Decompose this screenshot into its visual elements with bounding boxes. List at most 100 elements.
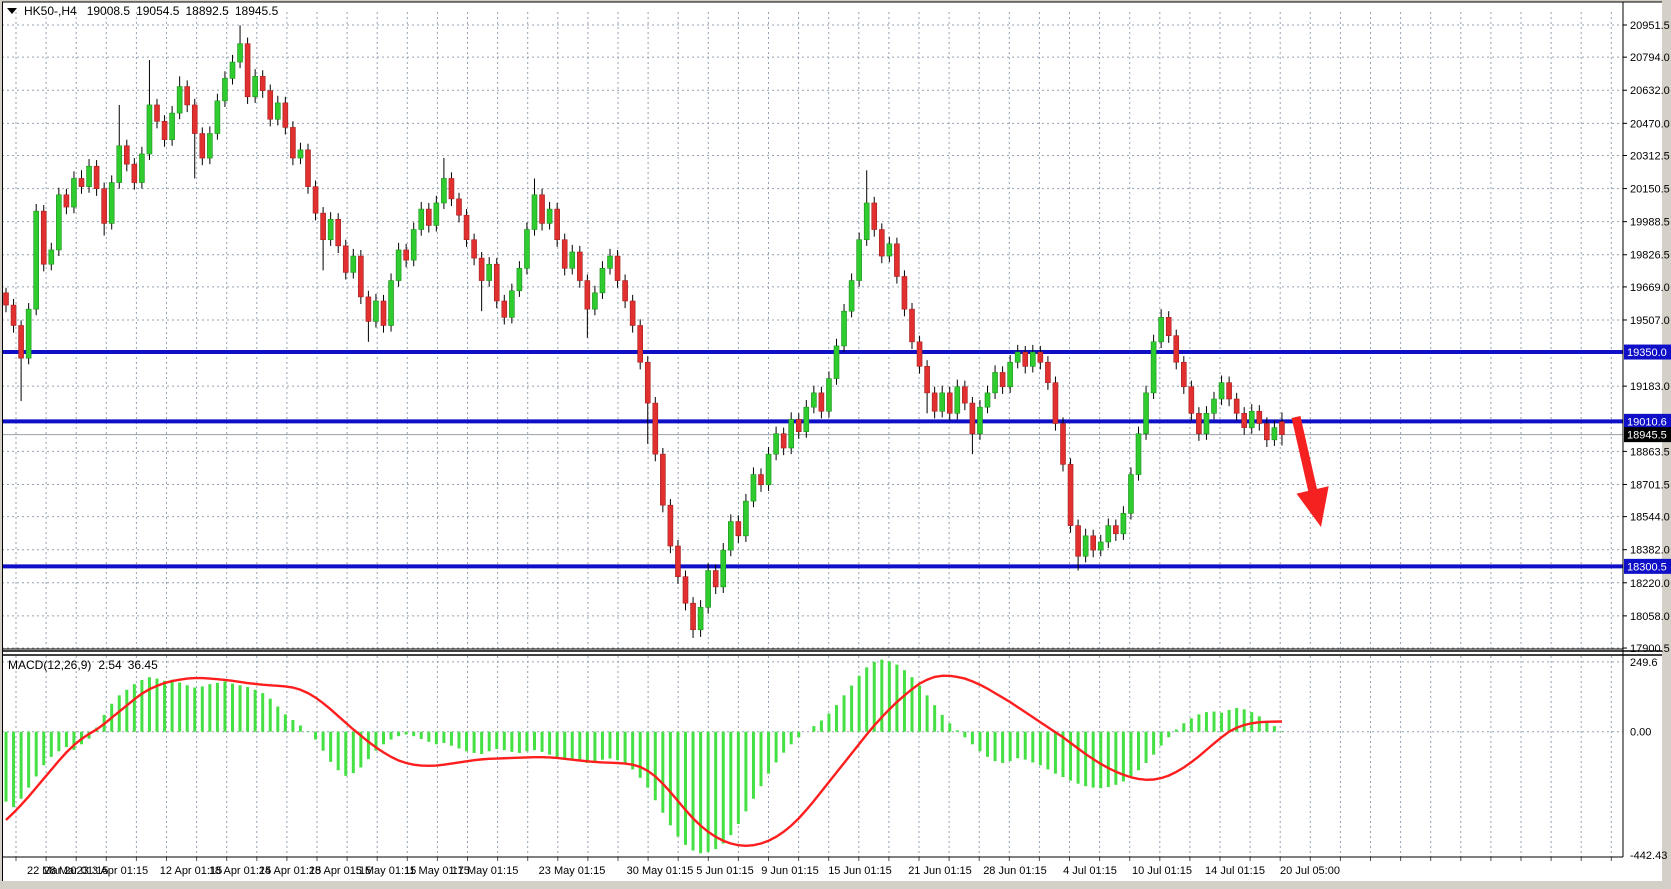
candle-body bbox=[321, 213, 326, 240]
candle-body bbox=[668, 505, 673, 546]
macd-label: MACD(12,26,9) bbox=[8, 658, 91, 672]
candle-body bbox=[1212, 399, 1217, 413]
candle-body bbox=[1189, 387, 1194, 414]
candle-body bbox=[1038, 352, 1043, 362]
candle-body bbox=[562, 240, 567, 269]
candle-body bbox=[932, 393, 937, 411]
candle-body bbox=[389, 281, 394, 326]
candle-body bbox=[826, 379, 831, 412]
candle-body bbox=[1159, 317, 1164, 342]
candle-body bbox=[215, 101, 220, 134]
candle-body bbox=[132, 164, 137, 182]
price-axis-label: 19826.5 bbox=[1630, 250, 1670, 262]
candle-body bbox=[759, 475, 764, 485]
candle-body bbox=[426, 209, 431, 225]
price-axis-label: 19669.0 bbox=[1630, 282, 1670, 294]
candle-body bbox=[1257, 411, 1262, 423]
current-price-badge-label: 18945.5 bbox=[1627, 430, 1667, 442]
candle-body bbox=[1136, 434, 1141, 475]
candle-body bbox=[1015, 352, 1020, 362]
candle-body bbox=[313, 187, 318, 214]
candle-body bbox=[517, 268, 522, 290]
price-axis-label: 20312.5 bbox=[1630, 150, 1670, 162]
time-axis-label: 17 May 01:15 bbox=[452, 865, 519, 877]
candle-body bbox=[1053, 383, 1058, 424]
candle-body bbox=[34, 211, 39, 309]
time-axis-label: 21 Jun 01:15 bbox=[908, 865, 972, 877]
candle-body bbox=[162, 121, 167, 139]
candle-body bbox=[487, 264, 492, 280]
candle-body bbox=[706, 571, 711, 608]
candle-body bbox=[600, 268, 605, 293]
candle-body bbox=[947, 393, 952, 413]
candle-body bbox=[358, 256, 363, 297]
chart-canvas[interactable]: 20951.520794.020632.020470.020312.520150… bbox=[0, 0, 1671, 889]
candle-body bbox=[675, 546, 680, 577]
candle-body bbox=[351, 256, 356, 272]
quote-high: 19054.5 bbox=[136, 4, 180, 18]
candle-body bbox=[1076, 526, 1081, 557]
candle-body bbox=[653, 403, 658, 454]
candle-body bbox=[26, 309, 31, 358]
candle-body bbox=[411, 230, 416, 261]
candle-body bbox=[494, 264, 499, 301]
candle-body bbox=[1151, 342, 1156, 393]
candle-body bbox=[200, 134, 205, 159]
candle-body bbox=[736, 522, 741, 536]
candle-body bbox=[381, 301, 386, 326]
candle-body bbox=[1091, 536, 1096, 550]
macd-axis-label: -442.43 bbox=[1630, 850, 1667, 862]
candle-body bbox=[94, 166, 99, 188]
candle-body bbox=[419, 209, 424, 229]
candle-body bbox=[441, 178, 446, 203]
candle-body bbox=[283, 103, 288, 128]
candle-body bbox=[56, 195, 61, 250]
candle-body bbox=[555, 209, 560, 240]
candle-body bbox=[1219, 383, 1224, 399]
candle-body bbox=[434, 203, 439, 225]
candle-body bbox=[577, 252, 582, 281]
quote-open: 19008.5 bbox=[87, 4, 131, 18]
candle-body bbox=[1106, 526, 1111, 542]
price-axis-label: 19507.0 bbox=[1630, 315, 1670, 327]
price-axis-label: 18701.5 bbox=[1630, 479, 1670, 491]
candle-body bbox=[872, 203, 877, 230]
candle-body bbox=[728, 522, 733, 551]
candle-body bbox=[222, 78, 227, 100]
candle-body bbox=[366, 297, 371, 322]
candle-body bbox=[1068, 464, 1073, 525]
candle-body bbox=[102, 189, 107, 224]
candle-body bbox=[592, 293, 597, 309]
chart-window: 20951.520794.020632.020470.020312.520150… bbox=[0, 0, 1671, 889]
candle-body bbox=[328, 219, 333, 239]
candle-body bbox=[170, 113, 175, 140]
candle-body bbox=[925, 366, 930, 393]
candle-body bbox=[638, 325, 643, 362]
candle-body bbox=[993, 372, 998, 392]
candle-body bbox=[1144, 393, 1149, 434]
quote-close: 18945.5 bbox=[235, 4, 279, 18]
time-axis-label: 20 Jul 05:00 bbox=[1280, 865, 1340, 877]
candle-body bbox=[743, 501, 748, 536]
candle-body bbox=[796, 419, 801, 431]
time-axis-label: 30 May 01:15 bbox=[627, 865, 694, 877]
candle-body bbox=[230, 62, 235, 78]
candle-body bbox=[857, 240, 862, 281]
candle-body bbox=[49, 250, 54, 264]
candle-body bbox=[864, 203, 869, 240]
candle-body bbox=[1121, 513, 1126, 533]
candle-body bbox=[1227, 383, 1232, 399]
candle-body bbox=[404, 250, 409, 260]
candle-body bbox=[985, 393, 990, 407]
candle-body bbox=[290, 127, 295, 158]
macd-signal-value: 36.45 bbox=[128, 658, 158, 672]
price-axis-label: 18220.0 bbox=[1630, 578, 1670, 590]
price-axis-label: 19183.0 bbox=[1630, 381, 1670, 393]
price-axis-label: 18058.0 bbox=[1630, 611, 1670, 623]
candle-body bbox=[306, 150, 311, 187]
candle-body bbox=[1113, 526, 1118, 534]
macd-main-value: 2.54 bbox=[98, 658, 122, 672]
candle-body bbox=[910, 309, 915, 342]
candle-body bbox=[917, 342, 922, 367]
candle-body bbox=[834, 346, 839, 379]
